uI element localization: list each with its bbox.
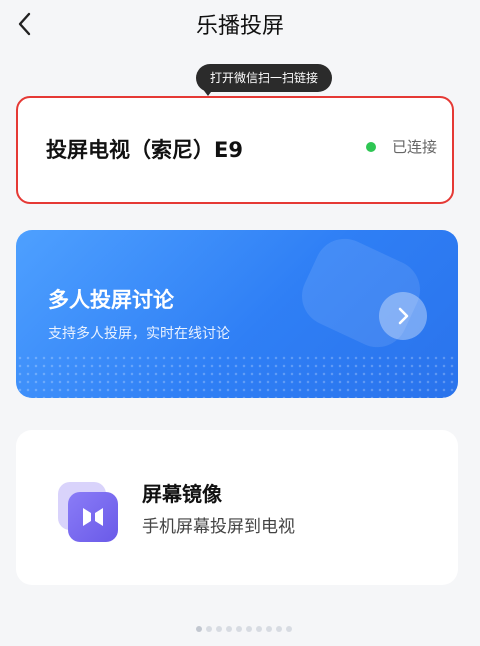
page-dot <box>226 626 232 632</box>
screen-mirror-subtitle: 手机屏幕投屏到电视 <box>142 517 295 537</box>
screen-mirror-icon <box>58 482 118 542</box>
multi-cast-enter-button[interactable] <box>379 292 427 340</box>
page-dot <box>266 626 272 632</box>
mirror-glyph-icon <box>83 508 103 526</box>
connection-status-dot <box>366 142 376 152</box>
connection-status-text: 已连接 <box>392 138 438 156</box>
tooltip-tail <box>202 88 214 96</box>
wechat-scan-tooltip[interactable]: 打开微信扫一扫链接 <box>196 64 333 92</box>
chevron-right-icon <box>398 307 409 325</box>
page-dot <box>216 626 222 632</box>
page-dot <box>246 626 252 632</box>
page-title: 乐播投屏 <box>195 14 284 39</box>
page-dot <box>196 626 202 632</box>
page-dot <box>236 626 242 632</box>
screen-mirror-title: 屏幕镜像 <box>142 482 222 506</box>
multi-cast-card[interactable]: 多人投屏讨论 支持多人投屏，实时在线讨论 <box>16 230 458 398</box>
dot-pattern <box>16 354 458 398</box>
screen-mirror-card[interactable]: 屏幕镜像 手机屏幕投屏到电视 <box>16 430 458 585</box>
multi-cast-title: 多人投屏讨论 <box>48 288 174 312</box>
page-indicator <box>196 626 292 632</box>
page-dot <box>206 626 212 632</box>
page-dot <box>286 626 292 632</box>
multi-cast-subtitle: 支持多人投屏，实时在线讨论 <box>48 326 230 342</box>
header-bar: 乐播投屏 <box>0 0 480 50</box>
icon-foreground <box>68 492 118 542</box>
page-dot <box>256 626 262 632</box>
page-dot <box>276 626 282 632</box>
device-name: 投屏电视（索尼）E9 <box>46 138 243 162</box>
connected-device-card[interactable]: 投屏电视（索尼）E9 已连接 <box>16 96 454 204</box>
